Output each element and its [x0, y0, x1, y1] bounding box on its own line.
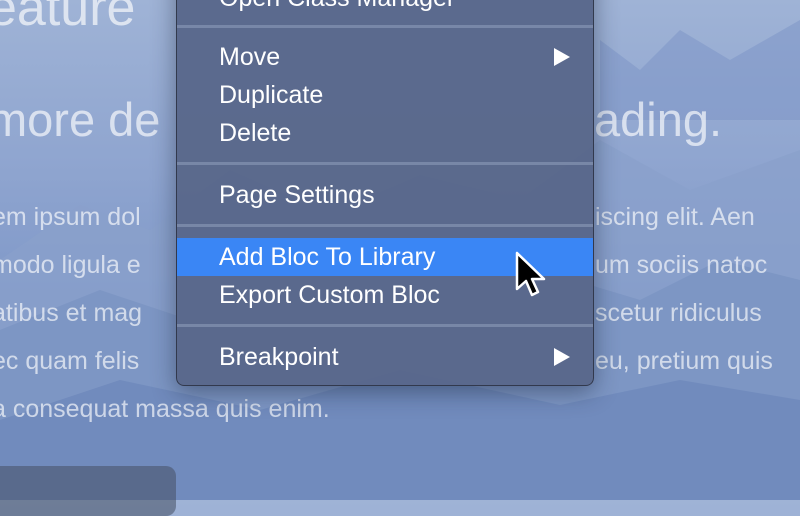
menu-item-delete[interactable]: Delete: [177, 114, 593, 152]
menu-item-label: Breakpoint: [219, 343, 339, 371]
menu-separator: [177, 324, 593, 327]
hero-subtitle-right: ading.: [594, 93, 723, 146]
body-text-line: eu, pretium quis: [595, 347, 773, 375]
submenu-arrow-icon: [554, 48, 570, 66]
menu-item-label: Add Bloc To Library: [219, 243, 436, 271]
body-text-line: iscing elit. Aen: [595, 203, 755, 231]
menu-item-label: Page Settings: [219, 181, 375, 209]
body-text-line: scetur ridiculus: [595, 299, 762, 327]
menu-item-label: Delete: [219, 119, 292, 147]
body-text-line: atibus et mag: [0, 299, 143, 327]
cta-button[interactable]: [0, 466, 176, 516]
submenu-arrow-icon: [554, 348, 570, 366]
menu-item-breakpoint[interactable]: Breakpoint: [177, 338, 593, 376]
menu-item-label: Export Custom Bloc: [219, 281, 440, 309]
menu-separator: [177, 25, 593, 28]
menu-item-label: Duplicate: [219, 81, 324, 109]
mouse-pointer-icon: [515, 251, 546, 297]
menu-item-label: Move: [219, 43, 281, 71]
body-text-line: ec quam felis: [0, 347, 140, 375]
menu-item-open-class-manager[interactable]: Open Class Manager: [177, 0, 593, 17]
menu-item-move[interactable]: Move: [177, 38, 593, 76]
hero-subtitle-left: more de: [0, 93, 161, 146]
menu-separator: [177, 224, 593, 227]
body-text-line: modo ligula e: [0, 251, 141, 279]
menu-item-page-settings[interactable]: Page Settings: [177, 176, 593, 214]
menu-separator: [177, 162, 593, 165]
body-text-line: em ipsum dol: [0, 203, 141, 231]
menu-item-label: Open Class Manager: [219, 0, 455, 17]
body-text-line: um sociis natoc: [595, 251, 768, 279]
hero-title: eature: [0, 0, 136, 37]
context-menu: Open Class Manager Move Duplicate Delete…: [176, 0, 594, 386]
menu-item-duplicate[interactable]: Duplicate: [177, 76, 593, 114]
body-text-line: a consequat massa quis enim.: [0, 395, 330, 423]
